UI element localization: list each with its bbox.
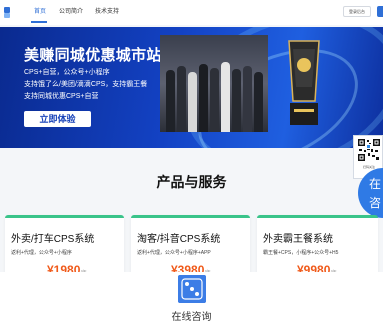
team-photo [160,35,268,132]
hero-banner[interactable]: 美赚同城优惠城市站 CPS+自营，公众号+小程序 支持饿了么/美团/滴滴CPS，… [0,27,383,148]
nav-about[interactable]: 公司简介 [59,7,83,17]
qr-code-icon [357,138,381,162]
card-title: 外卖/打车CPS系统 [11,234,95,245]
card-description: 霸王餐+CPS，小程序+公众号+H5 [263,250,339,256]
register-button[interactable] [377,6,383,17]
nav-home[interactable]: 首页 [34,7,46,17]
award-trophy-icon [288,40,320,125]
banner-feature-line: CPS+自营，公众号+小程序 [24,69,110,76]
card-title: 淘客/抖音CPS系统 [137,234,221,245]
online-consult-label[interactable]: 在线咨询 [0,308,383,323]
banner-feature-line: 支持饿了么/美团/滴滴CPS，支持霸王餐 [24,81,148,88]
nav-active-indicator [31,21,47,23]
banner-feature-line: 支持同城优惠CPS+自营 [24,93,99,100]
card-description: 返利+代理，公众号+小程序+APP [137,250,211,256]
section-title: 产品与服务 [156,174,227,190]
dice-icon[interactable] [178,275,206,303]
try-now-button[interactable]: 立即体验 [24,111,91,127]
top-header: 首页 公司简介 技术支持 登录后台 [0,0,383,25]
brand-logo-icon[interactable] [4,6,21,19]
nav-tech-support[interactable]: 技术支持 [95,7,119,17]
online-consult-bar[interactable]: 在线咨询 [0,272,383,328]
card-description: 返利+代理，公众号+小程序 [11,250,72,256]
page: 首页 公司简介 技术支持 登录后台 美赚同城优惠城市站 CPS+自营，公众号+小… [0,0,383,328]
card-title: 外卖霸王餐系统 [263,234,333,245]
login-button[interactable]: 登录后台 [343,6,371,17]
banner-title: 美赚同城优惠城市站 [24,47,162,64]
